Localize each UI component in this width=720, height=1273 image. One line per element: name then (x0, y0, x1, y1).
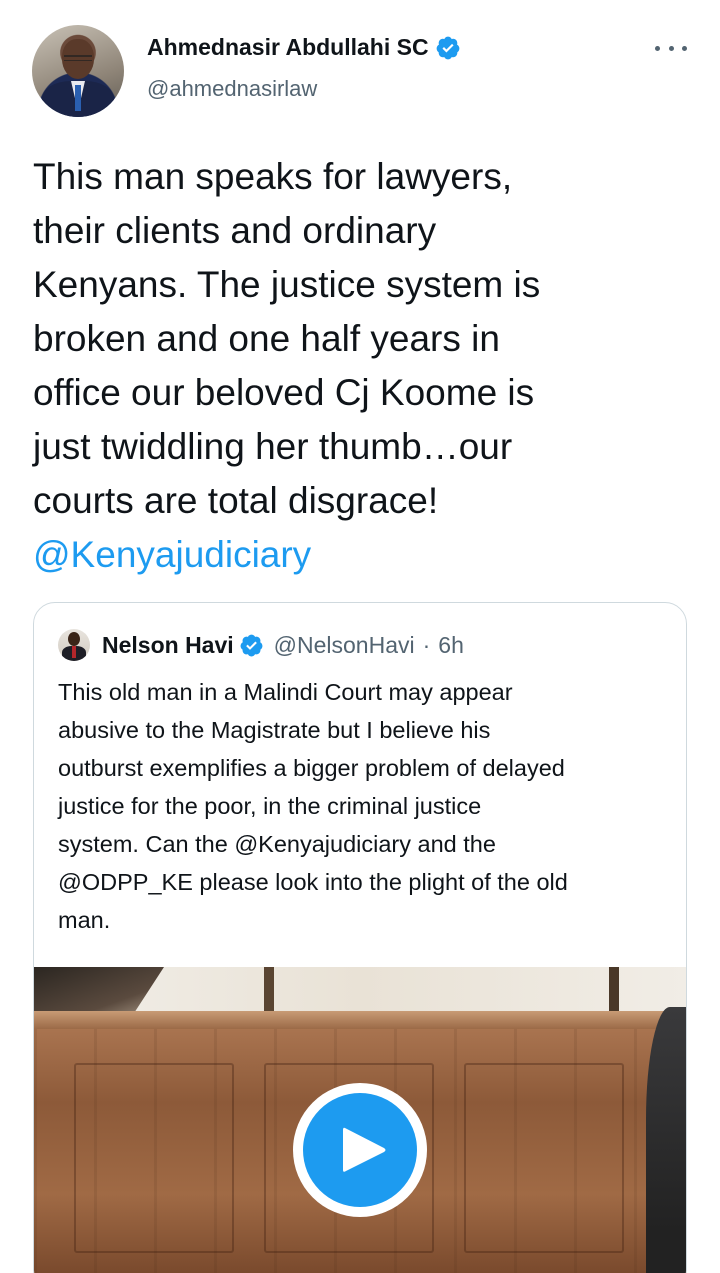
quoted-author-avatar[interactable] (58, 629, 90, 661)
tweet-text-line: just twiddling her thumb…our (33, 426, 513, 467)
quoted-text-line: justice for the poor, in the criminal ju… (58, 793, 482, 819)
tweet-header: Ahmednasir Abdullahi SC @ahmednasirlaw (0, 0, 720, 130)
quoted-author-name[interactable]: Nelson Havi (102, 632, 234, 659)
quoted-author-handle[interactable]: @NelsonHavi (274, 632, 415, 659)
video-thumbnail[interactable] (34, 967, 686, 1273)
video-bench-panel (464, 1063, 624, 1253)
tweet-text-line: Kenyans. The justice system is (33, 264, 541, 305)
quoted-text-line: @ODPP_KE please look into the plight of … (58, 869, 568, 895)
separator-dot: · (422, 631, 431, 658)
author-handle[interactable]: @ahmednasirlaw (147, 76, 317, 102)
play-icon (303, 1093, 417, 1207)
video-figure-right (646, 1007, 686, 1273)
quoted-tweet-text: This old man in a Malindi Court may appe… (58, 673, 668, 939)
author-display-name[interactable]: Ahmednasir Abdullahi SC (147, 34, 429, 61)
more-horizontal-icon[interactable] (655, 38, 687, 58)
quoted-text-line: This old man in a Malindi Court may appe… (58, 679, 513, 705)
verified-badge-icon (436, 36, 459, 59)
video-bench-panel (74, 1063, 234, 1253)
quoted-text-line: system. Can the @Kenyajudiciary and the (58, 831, 496, 857)
verified-badge-icon (240, 634, 263, 656)
quoted-text-line: outburst exemplifies a bigger problem of… (58, 755, 565, 781)
quoted-tweet-card[interactable]: Nelson Havi @NelsonHavi · 6h This old ma… (33, 602, 687, 1273)
tweet-text-line: broken and one half years in (33, 318, 500, 359)
video-bench-rail (34, 1011, 686, 1029)
quoted-tweet-time[interactable]: 6h (438, 632, 464, 659)
quoted-tweet-header: Nelson Havi @NelsonHavi · 6h (58, 629, 464, 661)
tweet-text-line: courts are total disgrace! (33, 480, 439, 521)
tweet-text-line: office our beloved Cj Koome is (33, 372, 535, 413)
quoted-text-line: man. (58, 907, 111, 933)
author-avatar[interactable] (32, 25, 124, 117)
quoted-text-line: abusive to the Magistrate but I believe … (58, 717, 491, 743)
author-name-row[interactable]: Ahmednasir Abdullahi SC (147, 34, 461, 61)
tweet-text-line: their clients and ordinary (33, 210, 437, 251)
mention-link[interactable]: @Kenyajudiciary (33, 528, 693, 582)
play-button[interactable] (293, 1083, 427, 1217)
tweet-text-line: This man speaks for lawyers, (33, 156, 513, 197)
tweet-text: This man speaks for lawyers, their clien… (33, 150, 693, 582)
